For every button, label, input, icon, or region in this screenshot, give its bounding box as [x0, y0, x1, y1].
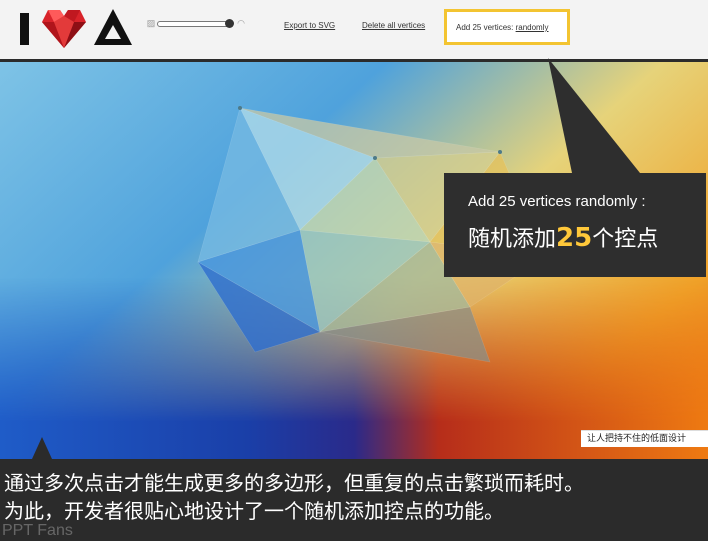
app-toolbar: ▨ ◠ Export to SVG Delete all vertices Ad…: [0, 0, 708, 62]
add-vertices-prefix: Add 25 vertices:: [456, 23, 516, 32]
caption-line-2: 为此，开发者很贴心地设计了一个随机添加控点的功能。: [4, 499, 504, 523]
callout-chinese-text: 随机添加25个控点: [468, 223, 658, 255]
add-vertices-highlight: Add 25 vertices: randomly: [444, 9, 570, 45]
subtitle-bar: 通过多次点击才能生成更多的多边形，但重复的点击繁琐而耗时。 为此，开发者很贴心地…: [0, 459, 708, 541]
image-icon: ▨: [146, 18, 156, 28]
triangle-logo-icon: [94, 9, 132, 45]
add-vertices-label: Add 25 vertices: randomly: [456, 23, 549, 33]
callout-cn-before: 随机添加: [468, 227, 557, 252]
logo-letter-i: [20, 13, 29, 45]
add-randomly-link[interactable]: randomly: [516, 23, 549, 32]
callout-cn-after: 个控点: [592, 227, 659, 252]
brand-watermark: PPT Fans: [2, 522, 73, 539]
export-svg-link[interactable]: Export to SVG: [284, 21, 335, 31]
caption-line-1: 通过多次点击才能生成更多的多边形，但重复的点击繁琐而耗时。: [4, 471, 584, 495]
annotation-callout: Add 25 vertices randomly : 随机添加25个控点: [444, 173, 706, 277]
callout-cn-number: 25: [556, 223, 593, 253]
callout-english-text: Add 25 vertices randomly :: [468, 193, 646, 210]
watermark-label: 让人把持不住的低面设计: [581, 430, 708, 447]
heart-gem-logo-icon: [42, 10, 86, 48]
vertex-density-slider[interactable]: [157, 21, 233, 27]
caption-pointer: [32, 437, 52, 459]
delete-vertices-link[interactable]: Delete all vertices: [362, 21, 425, 31]
slider-handle[interactable]: [225, 19, 234, 28]
wifi-icon: ◠: [237, 18, 245, 28]
